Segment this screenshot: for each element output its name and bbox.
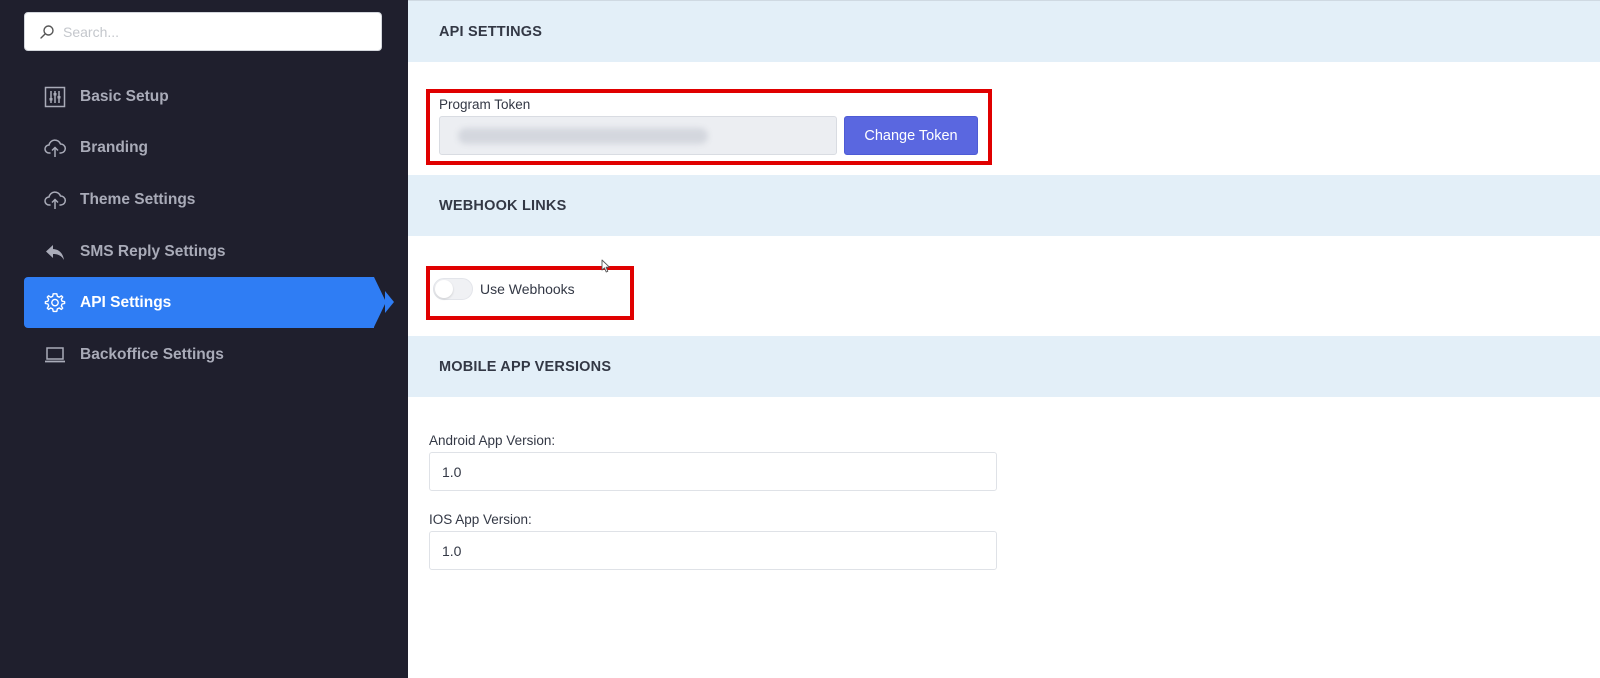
redacted-token <box>458 128 708 144</box>
sidebar-item-theme-settings[interactable]: Theme Settings <box>24 174 374 225</box>
sidebar-item-label: Theme Settings <box>80 190 196 208</box>
sidebar-item-api-settings[interactable]: API Settings <box>24 277 394 328</box>
use-webhooks-label: Use Webhooks <box>480 281 575 297</box>
toggle-knob <box>435 280 453 298</box>
sidebar-item-sms-reply-settings[interactable]: SMS Reply Settings <box>24 226 374 277</box>
reply-icon <box>44 241 66 263</box>
laptop-icon <box>44 344 66 366</box>
sidebar-item-label: Basic Setup <box>80 87 169 105</box>
sidebar-item-label: SMS Reply Settings <box>80 242 226 260</box>
program-token-field[interactable] <box>439 116 837 155</box>
sidebar: Basic Setup Branding Theme Settings <box>0 0 408 678</box>
cloud-upload-icon <box>44 137 66 159</box>
change-token-button[interactable]: Change Token <box>844 116 978 155</box>
android-version-label: Android App Version: <box>429 433 556 448</box>
sidebar-item-label: Branding <box>80 138 149 156</box>
ios-version-input[interactable] <box>429 531 997 570</box>
sidebar-item-branding[interactable]: Branding <box>24 122 374 173</box>
sidebar-item-label: API Settings <box>80 293 172 311</box>
api-settings-header: API SETTINGS <box>408 1 1600 62</box>
main-content: API SETTINGS Program Token Change Token … <box>408 0 1600 678</box>
webhook-links-header: WEBHOOK LINKS <box>408 175 1600 236</box>
mouse-cursor-icon <box>601 259 610 273</box>
sidebar-item-basic-setup[interactable]: Basic Setup <box>24 71 374 122</box>
gear-icon <box>44 292 66 314</box>
search-icon <box>40 24 54 39</box>
mobile-app-versions-header: MOBILE APP VERSIONS <box>408 336 1600 397</box>
ios-version-label: IOS App Version: <box>429 512 532 527</box>
use-webhooks-toggle[interactable] <box>433 278 473 300</box>
android-version-input[interactable] <box>429 452 997 491</box>
search-input[interactable] <box>63 23 363 40</box>
sidebar-item-backoffice-settings[interactable]: Backoffice Settings <box>24 329 374 380</box>
cloud-upload-icon <box>44 189 66 211</box>
sidebar-item-label: Backoffice Settings <box>80 345 224 363</box>
program-token-label: Program Token <box>439 97 531 112</box>
sliders-icon <box>44 86 66 108</box>
search-box[interactable] <box>24 12 382 51</box>
